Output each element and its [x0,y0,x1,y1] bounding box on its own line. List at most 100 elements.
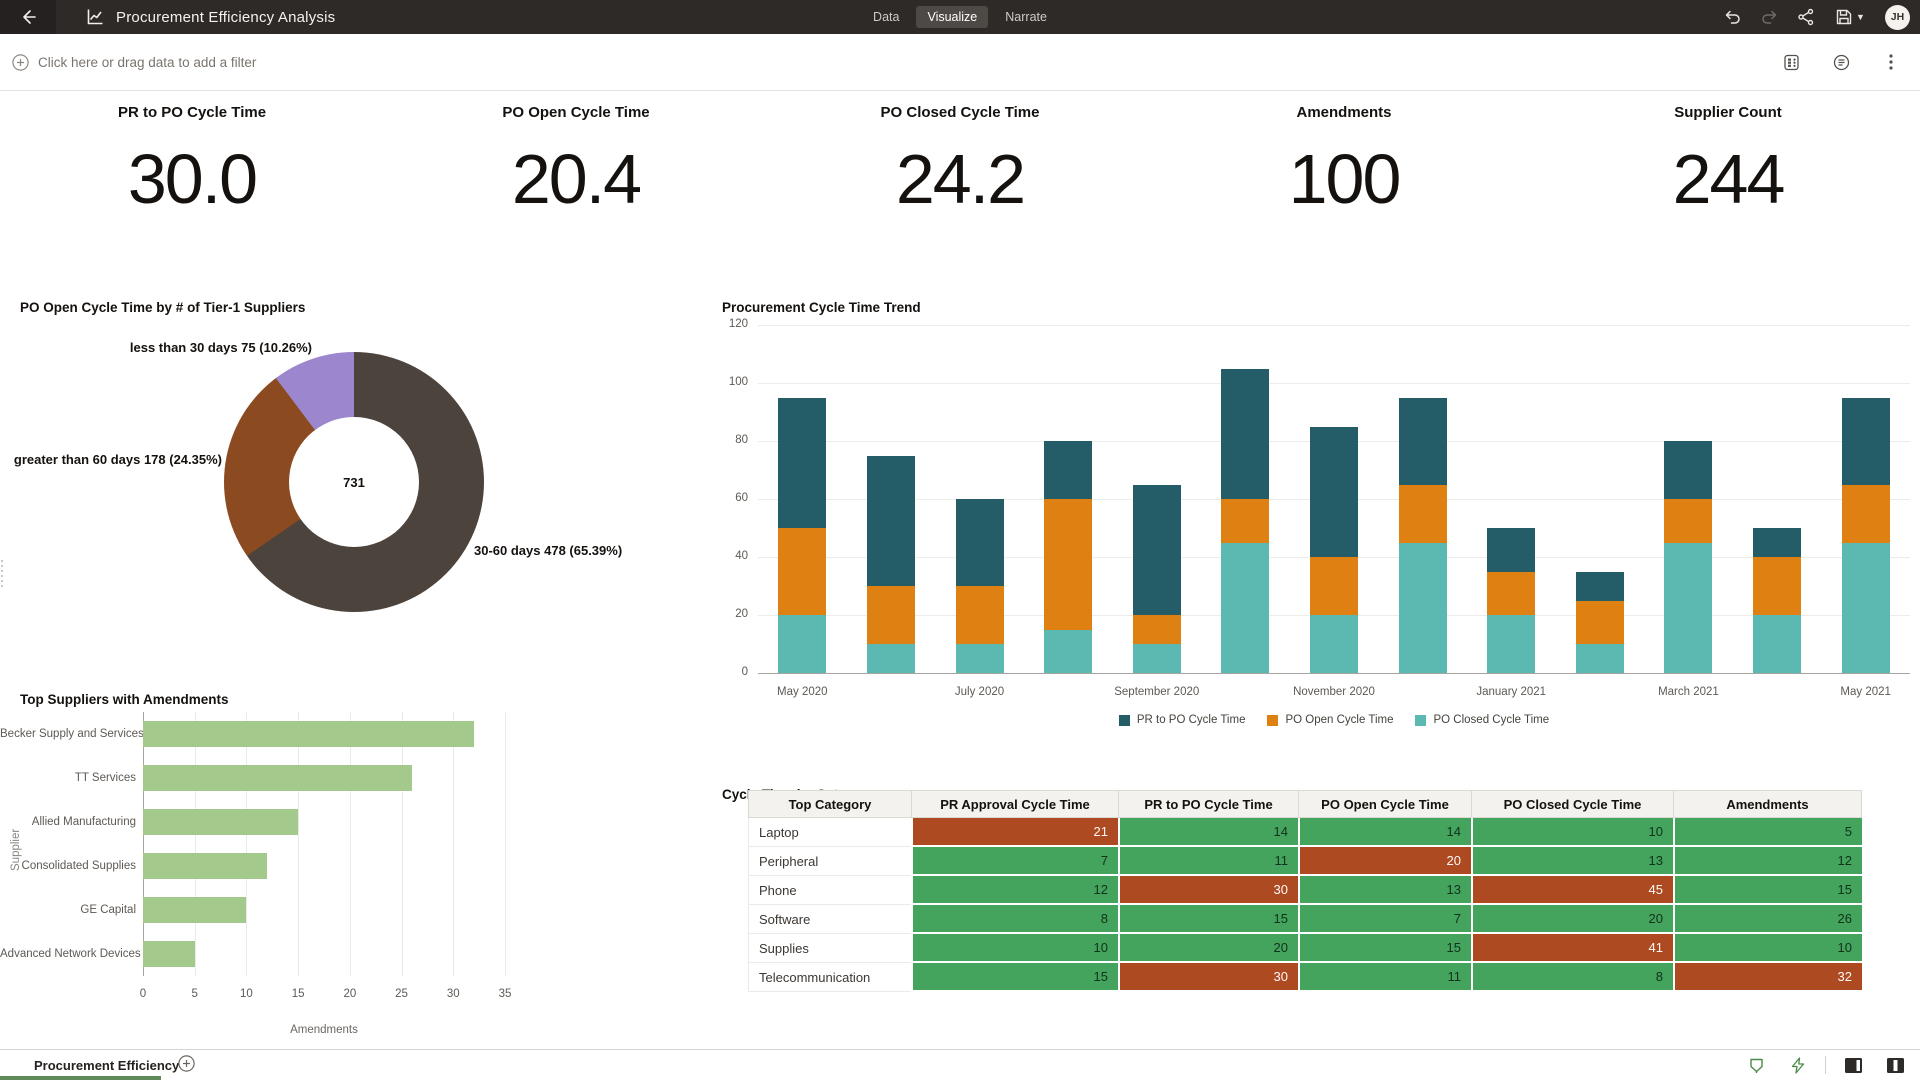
header-tab-visualize[interactable]: Visualize [916,6,988,28]
trend-segment[interactable] [1487,615,1535,673]
touch-mode-button[interactable] [1741,1051,1771,1079]
header-tab-narrate[interactable]: Narrate [994,6,1058,28]
trend-segment[interactable] [1399,543,1447,674]
legend-item[interactable]: PO Closed Cycle Time [1415,714,1549,726]
value-cell[interactable]: 12 [911,876,1118,905]
value-cell[interactable]: 14 [1118,818,1298,847]
trend-segment[interactable] [1753,615,1801,673]
supplier-bar[interactable] [143,941,195,967]
trend-bar-october-2020[interactable] [1221,369,1269,674]
trend-segment[interactable] [1133,644,1181,673]
kpi-tile[interactable]: PR to PO Cycle Time30.0 [0,104,384,219]
value-cell[interactable]: 11 [1118,847,1298,876]
value-cell[interactable]: 30 [1118,963,1298,992]
panel-right-toggle-button[interactable] [1880,1051,1910,1079]
value-cell[interactable]: 10 [1471,818,1673,847]
supplier-bar[interactable] [143,809,298,835]
legend-item[interactable]: PR to PO Cycle Time [1119,714,1246,726]
value-cell[interactable]: 20 [1471,905,1673,934]
column-header[interactable]: PR to PO Cycle Time [1118,790,1298,818]
value-cell[interactable]: 10 [1673,934,1862,963]
trend-segment[interactable] [1310,427,1358,558]
trend-bar-july-2020[interactable] [956,499,1004,673]
kpi-tile[interactable]: Amendments100 [1152,104,1536,219]
value-cell[interactable]: 32 [1673,963,1862,992]
value-cell[interactable]: 15 [911,963,1118,992]
trend-segment[interactable] [778,528,826,615]
trend-bar-may-2020[interactable] [778,398,826,674]
trend-segment[interactable] [1487,528,1535,572]
save-button[interactable]: ▼ [1828,3,1872,31]
value-cell[interactable]: 10 [911,934,1118,963]
trend-bar-march-2021[interactable] [1664,441,1712,673]
value-cell[interactable]: 15 [1298,934,1471,963]
value-cell[interactable]: 26 [1673,905,1862,934]
user-avatar[interactable]: JH [1885,5,1910,30]
trend-bar-january-2021[interactable] [1487,528,1535,673]
trend-segment[interactable] [1044,441,1092,499]
trend-segment[interactable] [1753,557,1801,615]
trend-bar-august-2020[interactable] [1044,441,1092,673]
value-cell[interactable]: 11 [1298,963,1471,992]
value-cell[interactable]: 45 [1471,876,1673,905]
header-tab-data[interactable]: Data [862,6,910,28]
trend-segment[interactable] [1133,485,1181,616]
trend-segment[interactable] [956,499,1004,586]
value-cell[interactable]: 5 [1673,818,1862,847]
value-cell[interactable]: 8 [1471,963,1673,992]
trend-segment[interactable] [1664,441,1712,499]
trend-segment[interactable] [1576,601,1624,645]
trend-bar-may-2021[interactable] [1842,398,1890,674]
trend-bar-february-2021[interactable] [1576,572,1624,674]
trend-segment[interactable] [1576,572,1624,601]
auto-apply-button[interactable] [1783,1051,1813,1079]
trend-segment[interactable] [867,644,915,673]
kpi-tile[interactable]: PO Open Cycle Time20.4 [384,104,768,219]
kpi-tile[interactable]: PO Closed Cycle Time24.2 [768,104,1152,219]
annotation-button[interactable] [1826,48,1856,76]
value-cell[interactable]: 15 [1673,876,1862,905]
value-cell[interactable]: 41 [1471,934,1673,963]
data-panel-button[interactable] [1776,48,1806,76]
supplier-bar[interactable] [143,721,474,747]
legend-item[interactable]: PO Open Cycle Time [1267,714,1393,726]
trend-segment[interactable] [1310,557,1358,615]
column-header[interactable]: PR Approval Cycle Time [911,790,1118,818]
trend-bar-september-2020[interactable] [1133,485,1181,674]
trend-bar-november-2020[interactable] [1310,427,1358,674]
value-cell[interactable]: 20 [1118,934,1298,963]
kebab-menu-button[interactable] [1876,48,1906,76]
trend-segment[interactable] [956,644,1004,673]
supplier-bar[interactable] [143,765,412,791]
panel-left-toggle-button[interactable] [1838,1051,1868,1079]
column-header[interactable]: PO Closed Cycle Time [1471,790,1673,818]
trend-segment[interactable] [956,586,1004,644]
trend-bar-june-2020[interactable] [867,456,915,674]
trend-segment[interactable] [867,456,915,587]
trend-segment[interactable] [1399,398,1447,485]
trend-segment[interactable] [1664,499,1712,543]
value-cell[interactable]: 30 [1118,876,1298,905]
trend-segment[interactable] [778,398,826,529]
trend-segment[interactable] [1753,528,1801,557]
trend-segment[interactable] [778,615,826,673]
value-cell[interactable]: 13 [1298,876,1471,905]
add-filter-target[interactable]: Click here or drag data to add a filter [12,54,256,71]
trend-segment[interactable] [1664,543,1712,674]
column-header[interactable]: Amendments [1673,790,1862,818]
value-cell[interactable]: 13 [1471,847,1673,876]
trend-segment[interactable] [1310,615,1358,673]
trend-segment[interactable] [1221,369,1269,500]
value-cell[interactable]: 20 [1298,847,1471,876]
trend-segment[interactable] [1221,499,1269,543]
add-canvas-button[interactable] [172,1054,201,1078]
trend-bar-april-2021[interactable] [1753,528,1801,673]
kpi-tile[interactable]: Supplier Count244 [1536,104,1920,219]
value-cell[interactable]: 21 [911,818,1118,847]
panel-drag-handle[interactable] [1,560,3,587]
trend-segment[interactable] [1842,543,1890,674]
trend-segment[interactable] [1221,543,1269,674]
trend-segment[interactable] [1576,644,1624,673]
trend-bar-december-2020[interactable] [1399,398,1447,674]
value-cell[interactable]: 15 [1118,905,1298,934]
